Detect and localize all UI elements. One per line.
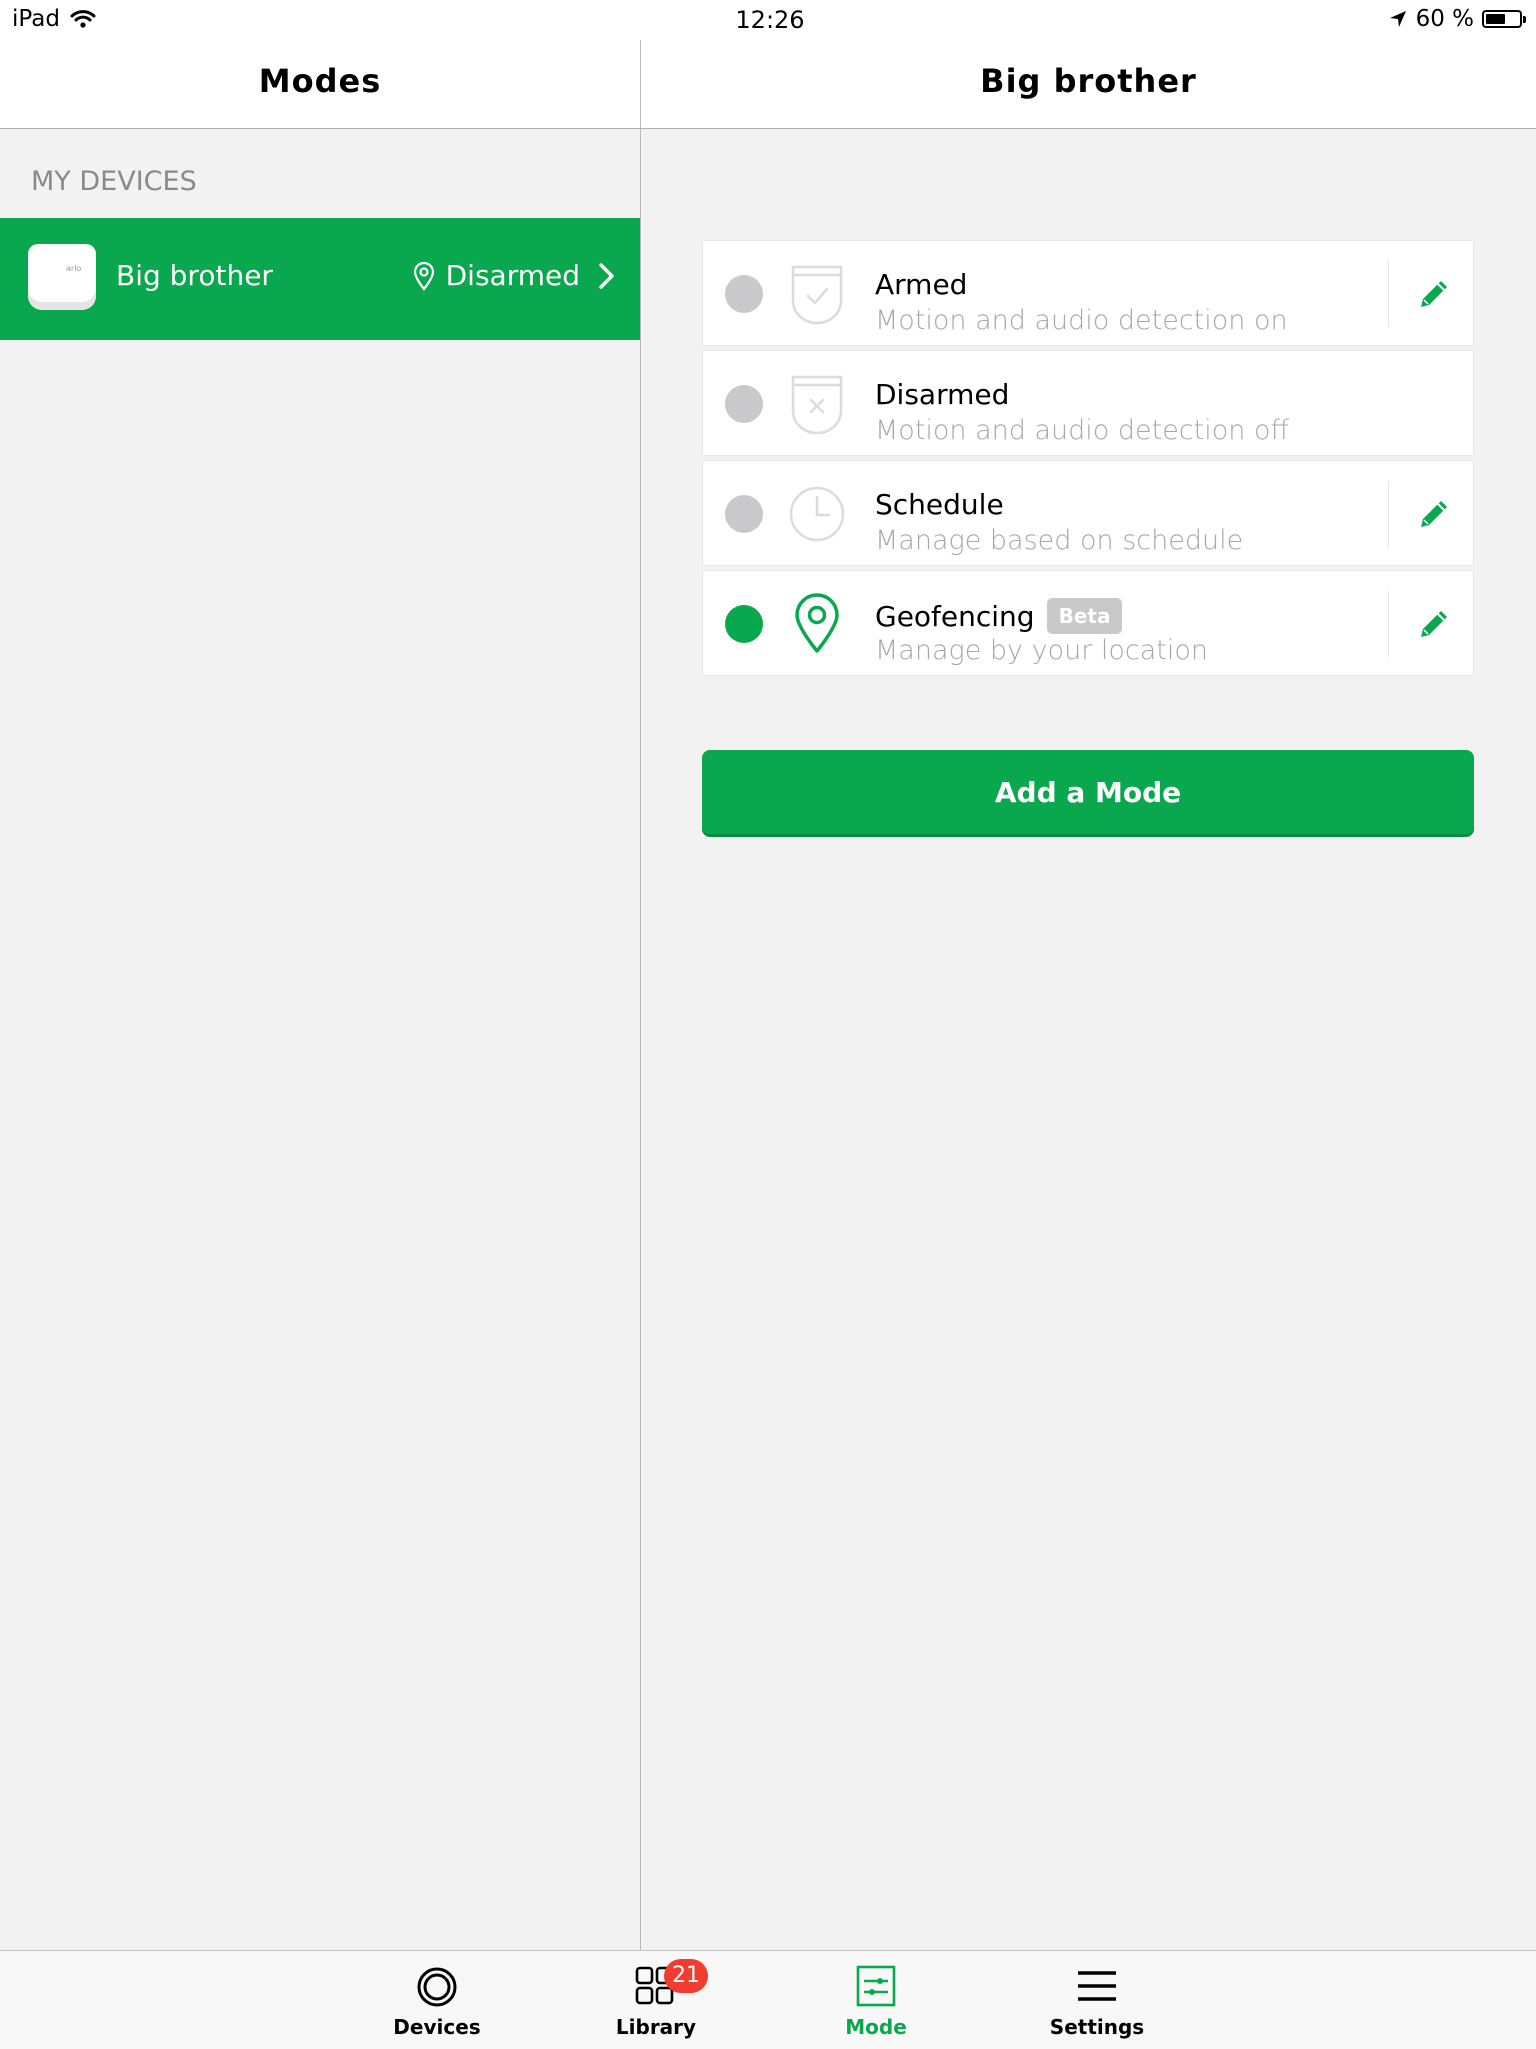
- device-thumb-logo: arlo: [66, 264, 82, 273]
- detail-nav-bar: Big brother: [641, 40, 1536, 129]
- status-bar: iPad 12:26 60 %: [0, 0, 1536, 40]
- camera-lens-icon: [417, 1967, 457, 2007]
- master-nav-bar: Modes: [0, 40, 640, 129]
- edit-pencil-icon[interactable]: [1415, 275, 1453, 313]
- row-divider: [1388, 261, 1389, 327]
- tab-settings[interactable]: Settings: [1017, 1961, 1177, 2047]
- shield-x-icon: [791, 375, 843, 435]
- library-count-badge: 21: [664, 1959, 708, 1993]
- mode-description: Motion and audio detection on: [875, 305, 1288, 336]
- mode-title: Geofencing Beta: [875, 598, 1123, 634]
- sliders-icon: [856, 1965, 896, 2007]
- mode-description: Manage by your location: [875, 635, 1209, 666]
- tab-library[interactable]: 21 Library: [576, 1959, 736, 2047]
- mode-row-geofencing[interactable]: Geofencing Beta Manage by your location: [702, 570, 1474, 676]
- mode-name: Schedule: [875, 488, 1004, 521]
- mode-row-armed[interactable]: Armed Motion and audio detection on: [702, 240, 1474, 346]
- location-pin-icon: [795, 593, 839, 653]
- device-row-big-brother[interactable]: arlo Big brother Disarmed: [0, 218, 640, 340]
- battery-icon: [1482, 10, 1526, 28]
- shield-check-icon: [791, 265, 843, 325]
- tab-mode[interactable]: Mode: [796, 1961, 956, 2047]
- mode-name: Armed: [875, 268, 968, 301]
- mode-name: Disarmed: [875, 378, 1010, 411]
- section-header-my-devices: MY DEVICES: [31, 166, 197, 197]
- master-title: Modes: [258, 62, 382, 100]
- mode-row-disarmed[interactable]: Disarmed Motion and audio detection off: [702, 350, 1474, 456]
- mode-title: Armed: [875, 268, 967, 301]
- mode-description: Manage based on schedule: [875, 525, 1244, 556]
- location-arrow-icon: [1389, 11, 1406, 27]
- edit-pencil-icon[interactable]: [1415, 495, 1453, 533]
- tab-label: Library: [615, 2015, 697, 2039]
- status-left: iPad: [12, 6, 96, 32]
- modes-list: Armed Motion and audio detection on Disa…: [702, 240, 1474, 680]
- mode-description: Motion and audio detection off: [875, 415, 1290, 446]
- device-status-label: Disarmed: [445, 259, 580, 292]
- chevron-right-icon: [599, 263, 614, 289]
- wifi-icon: [70, 10, 96, 28]
- mode-radio[interactable]: [725, 275, 763, 313]
- mode-name: Geofencing: [875, 599, 1035, 633]
- add-mode-button[interactable]: Add a Mode: [702, 750, 1474, 834]
- tab-label: Devices: [393, 2015, 481, 2039]
- beta-badge: Beta: [1046, 598, 1123, 634]
- tab-label: Settings: [1049, 2015, 1145, 2039]
- base-station-image: arlo: [28, 244, 96, 310]
- battery-percent: 60 %: [1415, 6, 1474, 32]
- mode-radio-selected[interactable]: [725, 605, 763, 643]
- row-divider: [1388, 591, 1389, 657]
- mode-title: Disarmed: [875, 378, 1009, 411]
- location-pin-icon: [413, 261, 434, 291]
- mode-radio[interactable]: [725, 495, 763, 533]
- status-right: 60 %: [1388, 6, 1526, 32]
- device-name: iPad: [12, 6, 60, 32]
- device-status: Disarmed: [412, 259, 580, 292]
- mode-row-schedule[interactable]: Schedule Manage based on schedule: [702, 460, 1474, 566]
- mode-title: Schedule: [875, 488, 1004, 521]
- edit-pencil-icon[interactable]: [1415, 605, 1453, 643]
- master-pane: Modes MY DEVICES arlo Big brother Disarm…: [0, 0, 641, 1950]
- clock-icon: [789, 486, 845, 542]
- row-divider: [1388, 481, 1389, 547]
- battery-fill: [1486, 14, 1505, 24]
- tab-label: Mode: [845, 2015, 907, 2039]
- status-time: 12:26: [735, 6, 805, 34]
- mode-radio[interactable]: [725, 385, 763, 423]
- tab-devices[interactable]: Devices: [357, 1961, 517, 2047]
- menu-icon: [1078, 1971, 1116, 2001]
- device-name-label: Big brother: [116, 259, 273, 292]
- detail-title: Big brother: [980, 62, 1197, 100]
- tab-bar: Devices 21 Library Mode Settings: [0, 1950, 1536, 2049]
